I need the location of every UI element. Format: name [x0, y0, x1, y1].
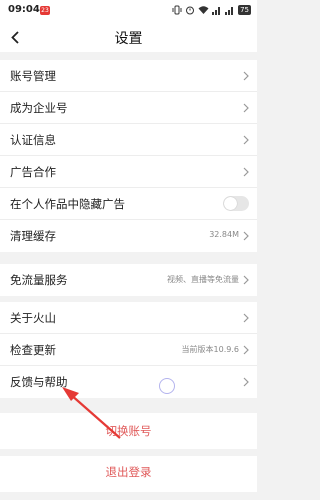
menu-item-label: 反馈与帮助	[10, 375, 68, 389]
menu-item-account-management[interactable]: 账号管理	[0, 60, 257, 92]
notification-badge: 23	[40, 6, 50, 15]
chevron-right-icon	[243, 103, 249, 113]
menu-item-label: 成为企业号	[10, 101, 68, 115]
loading-spinner-icon	[159, 378, 175, 394]
menu-item-free-data[interactable]: 免流量服务 视频、直播等免流量	[0, 264, 257, 296]
chevron-right-icon	[243, 313, 249, 323]
menu-item-label: 账号管理	[10, 69, 56, 83]
alarm-icon	[186, 6, 195, 15]
menu-item-enterprise[interactable]: 成为企业号	[0, 92, 257, 124]
menu-item-label: 清理缓存	[10, 229, 56, 243]
chevron-right-icon	[243, 275, 249, 285]
status-icons: 75	[172, 4, 251, 16]
menu-item-hide-ads: 在个人作品中隐藏广告	[0, 188, 257, 220]
chevron-right-icon	[243, 135, 249, 145]
menu-item-ad-cooperation[interactable]: 广告合作	[0, 156, 257, 188]
menu-item-label: 广告合作	[10, 165, 56, 179]
menu-item-label: 认证信息	[10, 133, 56, 147]
vibrate-icon	[172, 5, 182, 15]
menu-item-check-update[interactable]: 检查更新 当前版本10.9.6	[0, 334, 257, 366]
chevron-right-icon	[243, 231, 249, 241]
menu-item-label: 关于火山	[10, 311, 56, 325]
chevron-right-icon	[243, 345, 249, 355]
cache-size-value: 32.84M	[209, 230, 239, 239]
menu-item-label: 免流量服务	[10, 273, 68, 287]
menu-item-label: 检查更新	[10, 343, 56, 357]
chevron-right-icon	[243, 71, 249, 81]
menu-item-label: 在个人作品中隐藏广告	[10, 197, 125, 211]
status-time: 09:04	[8, 4, 40, 15]
battery-icon: 75	[238, 5, 251, 15]
settings-section-account: 账号管理 成为企业号 认证信息 广告合作 在个人作品中隐藏广告 清理缓存 32.…	[0, 60, 257, 252]
logout-button[interactable]: 退出登录	[0, 456, 257, 492]
settings-section-about: 关于火山 检查更新 当前版本10.9.6 反馈与帮助	[0, 302, 257, 398]
settings-section-data: 免流量服务 视频、直播等免流量	[0, 264, 257, 296]
menu-item-verification[interactable]: 认证信息	[0, 124, 257, 156]
chevron-right-icon	[243, 377, 249, 387]
signal-icon-2	[225, 7, 234, 15]
toggle-knob	[224, 197, 237, 210]
chevron-right-icon	[243, 167, 249, 177]
wifi-icon	[198, 6, 209, 14]
version-value: 当前版本10.9.6	[181, 345, 239, 354]
menu-item-about[interactable]: 关于火山	[0, 302, 257, 334]
menu-item-feedback-help[interactable]: 反馈与帮助	[0, 366, 257, 398]
free-data-value: 视频、直播等免流量	[167, 275, 239, 284]
signal-icon-1	[212, 7, 221, 15]
status-bar: 09:04 23 75	[0, 0, 257, 22]
switch-account-button[interactable]: 切换账号	[0, 413, 257, 449]
page-title: 设置	[114, 31, 143, 47]
hide-ads-toggle[interactable]	[223, 196, 249, 211]
header: 设置	[0, 22, 257, 52]
menu-item-clear-cache[interactable]: 清理缓存 32.84M	[0, 220, 257, 252]
